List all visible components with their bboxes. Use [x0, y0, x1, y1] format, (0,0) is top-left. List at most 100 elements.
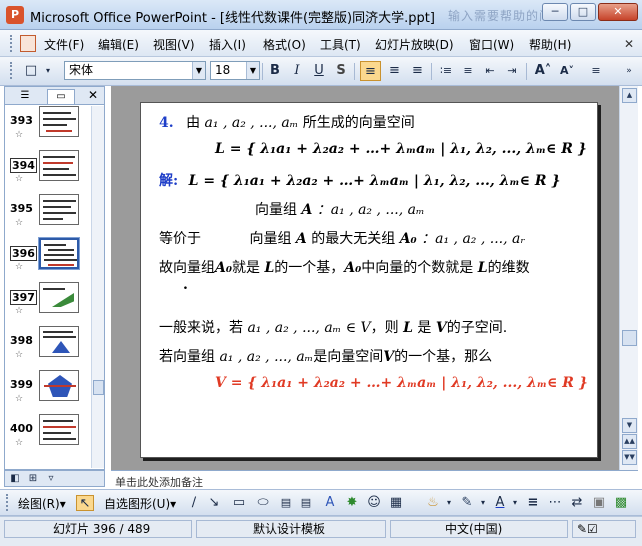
3d-style-icon[interactable]: ▩: [612, 495, 630, 511]
autoshapes-menu-button[interactable]: 自选图形(U)▾: [104, 495, 176, 512]
slide-preview[interactable]: [38, 237, 80, 270]
menu-edit[interactable]: 编辑(E): [98, 36, 153, 53]
chevron-down-icon[interactable]: ▼: [246, 62, 259, 79]
diagram-icon[interactable]: ✸: [344, 495, 360, 511]
fill-color-icon[interactable]: ♨: [424, 495, 442, 511]
slide-thumbnail[interactable]: 393 ☆: [5, 106, 91, 148]
menu-help[interactable]: 帮助(H): [529, 36, 579, 53]
textbox-tool-icon[interactable]: ▤: [278, 495, 294, 511]
scrollbar-thumb[interactable]: [93, 380, 104, 395]
line-tool-icon[interactable]: ∕: [186, 495, 202, 511]
menu-format[interactable]: 格式(O): [263, 36, 320, 53]
rectangle-tool-icon[interactable]: ▭: [230, 495, 248, 511]
previous-slide-icon[interactable]: ▲▲: [622, 434, 637, 449]
slide-preview[interactable]: [39, 414, 79, 445]
normal-view-icon[interactable]: ◧: [7, 471, 23, 486]
menu-tools[interactable]: 工具(T): [320, 36, 375, 53]
scroll-up-icon[interactable]: ▲: [622, 88, 637, 103]
shrink-font-button[interactable]: A˅: [556, 61, 578, 81]
chevron-down-icon[interactable]: ▾: [478, 495, 488, 511]
text-run: 故向量组: [159, 260, 215, 276]
close-button[interactable]: ✕: [598, 3, 638, 21]
minimize-button[interactable]: ─: [542, 3, 568, 21]
maximize-button[interactable]: □: [570, 3, 596, 21]
chevron-down-icon[interactable]: ▼: [192, 62, 205, 79]
toolbar-grip-icon[interactable]: [10, 35, 14, 52]
dash-style-icon[interactable]: ⋯: [546, 495, 564, 511]
powerpoint-app-icon[interactable]: P: [6, 6, 24, 24]
menu-file[interactable]: 文件(F): [44, 36, 98, 53]
shadow-button[interactable]: S: [332, 61, 350, 81]
align-center-icon[interactable]: ≡: [384, 61, 405, 81]
grow-font-button[interactable]: A˄: [532, 61, 554, 81]
line-style-icon[interactable]: ≡: [524, 495, 542, 511]
decrease-indent-icon[interactable]: ⇤: [480, 61, 500, 81]
clipart-icon[interactable]: ☺: [366, 495, 382, 511]
thumbnail-scrollbar[interactable]: [91, 106, 104, 468]
bullets-icon[interactable]: ∶≡: [436, 61, 456, 81]
chevron-down-icon[interactable]: ▾: [42, 61, 54, 81]
align-right-icon[interactable]: ≡: [407, 61, 428, 81]
scroll-down-icon[interactable]: ▼: [622, 418, 637, 433]
slideshow-view-icon[interactable]: ▿: [43, 471, 59, 486]
slide-preview[interactable]: [39, 370, 79, 401]
vertical-textbox-icon[interactable]: ▤: [298, 495, 314, 511]
slide-editor[interactable]: 4. 由 a₁ , a₂ , ..., aₘ 所生成的向量空间 L = { λ₁…: [111, 86, 619, 470]
document-icon[interactable]: [20, 35, 36, 52]
notes-pane[interactable]: 单击此处添加备注: [111, 470, 638, 487]
line-color-icon[interactable]: ✎: [458, 495, 476, 511]
slide-thumbnail[interactable]: 400 ☆: [5, 412, 91, 456]
spelling-status-icon[interactable]: ✎☑: [572, 520, 636, 538]
slide-thumbnail[interactable]: 394 ☆: [5, 148, 91, 192]
underline-button[interactable]: U: [310, 61, 328, 81]
menu-insert[interactable]: 插入(I): [209, 36, 263, 53]
menu-view[interactable]: 视图(V): [153, 36, 209, 53]
slide-thumbnail[interactable]: 397 ☆: [5, 280, 91, 324]
draw-menu-button[interactable]: 绘图(R)▾: [18, 495, 66, 512]
italic-button[interactable]: I: [288, 61, 306, 81]
slide-preview[interactable]: [39, 106, 79, 137]
more-buttons-icon[interactable]: ≡: [586, 61, 606, 81]
title-bar[interactable]: P Microsoft Office PowerPoint - [线性代数课件(…: [0, 0, 642, 30]
scrollbar-thumb[interactable]: [622, 330, 637, 346]
picture-icon[interactable]: ▦: [388, 495, 404, 511]
slide-thumbnail-selected[interactable]: 396 ☆: [5, 236, 91, 280]
slide-canvas[interactable]: 4. 由 a₁ , a₂ , ..., aₘ 所生成的向量空间 L = { λ₁…: [140, 102, 598, 458]
font-name-combo[interactable]: 宋体 ▼: [64, 61, 206, 80]
slide-thumbnail[interactable]: 395 ☆: [5, 192, 91, 236]
increase-indent-icon[interactable]: ⇥: [502, 61, 522, 81]
document-close-button[interactable]: ✕: [624, 37, 634, 51]
toolbar-grip-icon[interactable]: [10, 62, 14, 79]
font-color-icon[interactable]: A: [492, 495, 508, 511]
align-left-icon[interactable]: ≡: [360, 61, 381, 81]
arrow-tool-icon[interactable]: ↘: [206, 495, 222, 511]
wordart-icon[interactable]: A: [322, 495, 338, 511]
slide-preview[interactable]: [39, 194, 79, 225]
slide-preview[interactable]: [39, 150, 79, 181]
select-pointer-icon[interactable]: ↖: [76, 495, 94, 511]
menu-window[interactable]: 窗口(W): [469, 36, 529, 53]
toolbar-grip-icon[interactable]: [6, 494, 10, 511]
slide-preview[interactable]: [39, 326, 79, 357]
shadow-style-icon[interactable]: ▣: [590, 495, 608, 511]
menu-slideshow[interactable]: 幻灯片放映(D): [375, 36, 469, 53]
arrow-style-icon[interactable]: ⇄: [568, 495, 586, 511]
sorter-view-icon[interactable]: ⊞: [25, 471, 41, 486]
tab-slides[interactable]: ▭: [47, 89, 75, 104]
pane-close-icon[interactable]: ✕: [88, 88, 98, 102]
chevron-down-icon[interactable]: ▾: [444, 495, 454, 511]
font-size-combo[interactable]: 18 ▼: [210, 61, 260, 80]
tab-outline[interactable]: ☰: [11, 89, 39, 104]
new-slide-icon[interactable]: □: [20, 61, 42, 81]
oval-tool-icon[interactable]: ⬭: [254, 495, 272, 511]
slide-preview[interactable]: [39, 282, 79, 313]
next-slide-icon[interactable]: ▼▼: [622, 450, 637, 465]
numbering-icon[interactable]: ≡: [458, 61, 478, 81]
slide-thumbnail[interactable]: 398 ☆: [5, 324, 91, 368]
slide-thumbnail[interactable]: 399 ☆: [5, 368, 91, 412]
toolbar-options-icon[interactable]: »: [622, 61, 636, 81]
notes-placeholder[interactable]: 单击此处添加备注: [115, 474, 203, 487]
bold-button[interactable]: B: [266, 61, 284, 81]
chevron-down-icon[interactable]: ▾: [510, 495, 520, 511]
slide-scrollbar[interactable]: ▲ ▼ ▲▲ ▼▼: [619, 86, 638, 470]
